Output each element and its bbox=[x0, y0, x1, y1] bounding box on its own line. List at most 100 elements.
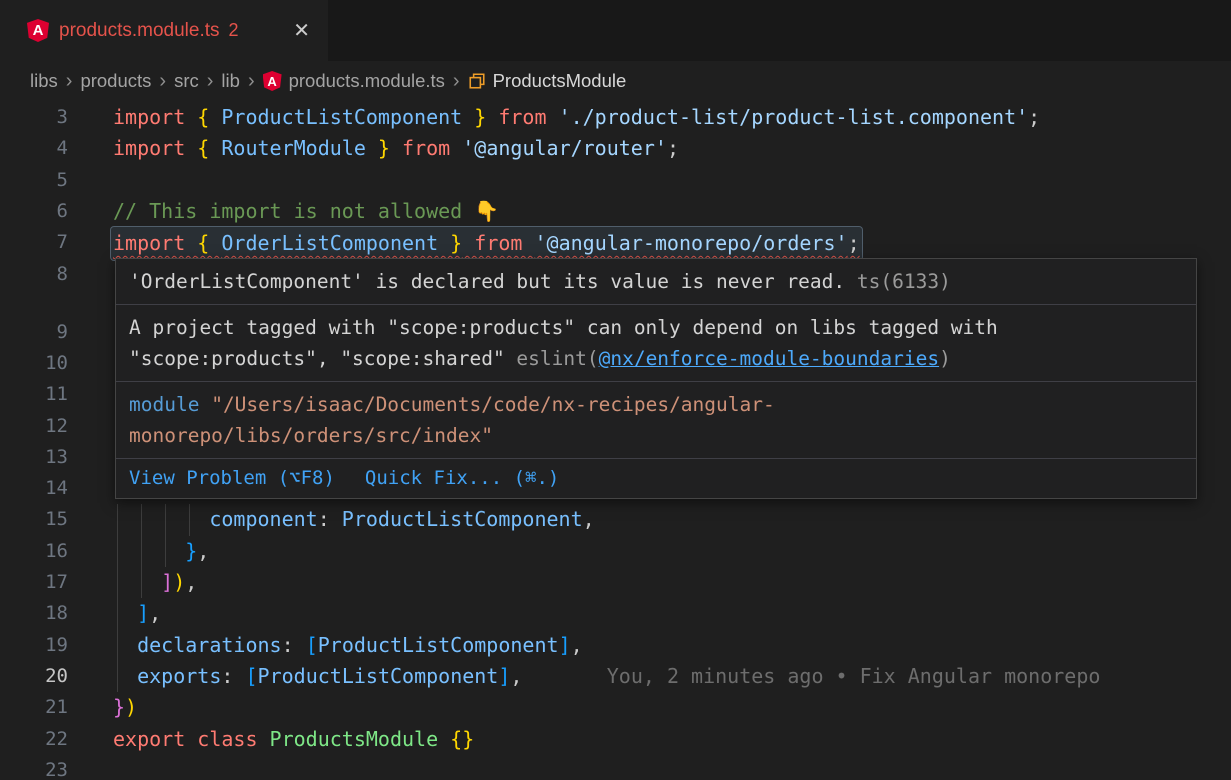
code-token: '@angular-monorepo/orders' bbox=[534, 231, 847, 255]
code-line-3[interactable]: 3 import { ProductListComponent } from '.… bbox=[0, 102, 1231, 133]
line-number: 18 bbox=[0, 598, 68, 629]
code-line-20[interactable]: 20 exports: [ProductListComponent], You,… bbox=[0, 661, 1231, 692]
code-line-content: }) bbox=[113, 692, 137, 723]
code-token: ProductListComponent bbox=[221, 105, 462, 129]
code-token: } bbox=[438, 231, 462, 255]
module-keyword: module bbox=[129, 393, 199, 416]
code-token: declarations bbox=[137, 633, 282, 657]
code-token: { bbox=[197, 105, 221, 129]
code-line-content: import { ProductListComponent } from './… bbox=[113, 102, 1040, 133]
code-token: // This import is not allowed 👇 bbox=[113, 199, 499, 223]
code-token: You, 2 minutes ago • Fix Angular monorep… bbox=[522, 664, 1100, 688]
code-token: ProductListComponent bbox=[258, 664, 499, 688]
quick-fix-action[interactable]: Quick Fix... (⌘.) bbox=[365, 463, 559, 494]
code-line-7[interactable]: 7 import { OrderListComponent } from '@an… bbox=[0, 227, 1231, 258]
code-token: export class bbox=[113, 727, 270, 751]
code-token: [ bbox=[306, 633, 318, 657]
code-token: ; bbox=[848, 231, 860, 255]
code-token: { bbox=[197, 231, 221, 255]
code-token: : bbox=[318, 507, 342, 531]
code-line-content: import { OrderListComponent } from '@ang… bbox=[111, 227, 862, 260]
code-token: ; bbox=[667, 136, 679, 160]
code-line-23[interactable]: 23 bbox=[0, 755, 1231, 780]
line-number: 21 bbox=[0, 692, 68, 723]
code-token: {} bbox=[450, 727, 474, 751]
code-line-content: ], bbox=[113, 598, 161, 629]
line-number: 20 bbox=[0, 661, 68, 692]
hover-eslint-diagnostic: A project tagged with "scope:products" c… bbox=[116, 304, 1196, 381]
line-number: 17 bbox=[0, 567, 68, 598]
code-token: ) bbox=[173, 570, 185, 594]
code-token: from bbox=[486, 105, 558, 129]
module-path: "/Users/isaac/Documents/code/nx-recipes/… bbox=[129, 393, 775, 447]
code-token: ProductListComponent bbox=[318, 633, 559, 657]
line-number: 14 bbox=[0, 473, 68, 504]
code-token: import bbox=[113, 231, 197, 255]
code-line-17[interactable]: 17 ]), bbox=[0, 567, 1231, 598]
eslint-rule-suffix: ) bbox=[939, 347, 951, 370]
code-token: } bbox=[366, 136, 390, 160]
eslint-rule-link[interactable]: @nx/enforce-module-boundaries bbox=[599, 347, 939, 370]
code-token: OrderListComponent bbox=[221, 231, 438, 255]
code-token: { bbox=[197, 136, 221, 160]
code-token: ] bbox=[137, 601, 149, 625]
code-token bbox=[113, 633, 137, 657]
line-number: 10 bbox=[0, 348, 68, 379]
code-line-16[interactable]: 16 }, bbox=[0, 536, 1231, 567]
code-line-content: }, bbox=[113, 536, 209, 567]
code-token bbox=[113, 539, 185, 563]
code-token: ] bbox=[161, 570, 173, 594]
code-line-5[interactable]: 5 bbox=[0, 165, 1231, 196]
eslint-message-line2-text: "scope:products", "scope:shared" bbox=[129, 347, 516, 370]
code-token: exports bbox=[137, 664, 221, 688]
code-token: RouterModule bbox=[221, 136, 366, 160]
line-number: 7 bbox=[0, 227, 68, 258]
line-number: 3 bbox=[0, 102, 68, 133]
line-number: 23 bbox=[0, 755, 68, 780]
code-token: , bbox=[197, 539, 209, 563]
view-problem-action[interactable]: View Problem (⌥F8) bbox=[129, 463, 335, 494]
hover-popup: 'OrderListComponent' is declared but its… bbox=[115, 258, 1197, 499]
code-token bbox=[113, 507, 209, 531]
line-number: 11 bbox=[0, 379, 68, 410]
code-token: , bbox=[583, 507, 595, 531]
code-line-6[interactable]: 6// This import is not allowed 👇 bbox=[0, 196, 1231, 227]
line-number: 4 bbox=[0, 133, 68, 164]
code-token: '@angular/router' bbox=[462, 136, 667, 160]
code-token: } bbox=[185, 539, 197, 563]
module-path-line1: "/Users/isaac/Documents/code/nx-recipes/… bbox=[211, 393, 775, 416]
line-number: 9 bbox=[0, 317, 68, 348]
code-line-15[interactable]: 15 component: ProductListComponent, bbox=[0, 504, 1231, 535]
vscode-editor-window: A products.module.ts 2 ✕ libs › products… bbox=[0, 0, 1231, 780]
code-token: from bbox=[390, 136, 462, 160]
ts-diagnostic-message: 'OrderListComponent' is declared but its… bbox=[129, 270, 845, 293]
code-token: ] bbox=[559, 633, 571, 657]
code-token: import bbox=[113, 136, 197, 160]
code-token: , bbox=[571, 633, 583, 657]
code-token: ; bbox=[1028, 105, 1040, 129]
code-token: from bbox=[462, 231, 534, 255]
code-token: , bbox=[149, 601, 161, 625]
code-line-4[interactable]: 4 import { RouterModule } from '@angular/… bbox=[0, 133, 1231, 164]
eslint-message-line1: A project tagged with "scope:products" c… bbox=[129, 312, 1183, 343]
code-token bbox=[113, 664, 137, 688]
code-line-21[interactable]: 21}) bbox=[0, 692, 1231, 723]
code-line-content: component: ProductListComponent, bbox=[113, 504, 595, 535]
code-line-content: ]), bbox=[113, 567, 197, 598]
code-token bbox=[113, 601, 137, 625]
code-line-18[interactable]: 18 ], bbox=[0, 598, 1231, 629]
code-line-content: // This import is not allowed 👇 bbox=[113, 196, 499, 227]
line-number: 12 bbox=[0, 411, 68, 442]
code-line-content: declarations: [ProductListComponent], bbox=[113, 630, 583, 661]
code-line-22[interactable]: 22export class ProductsModule {} bbox=[0, 724, 1231, 755]
code-token: , bbox=[185, 570, 197, 594]
code-token: , bbox=[510, 664, 522, 688]
code-token: component bbox=[209, 507, 317, 531]
line-number: 8 bbox=[0, 259, 68, 290]
line-number: 16 bbox=[0, 536, 68, 567]
module-path-line2: monorepo/libs/orders/src/index" bbox=[129, 424, 493, 447]
hover-ts-diagnostic: 'OrderListComponent' is declared but its… bbox=[116, 259, 1196, 304]
code-token: ) bbox=[125, 695, 137, 719]
line-number: 13 bbox=[0, 442, 68, 473]
code-line-19[interactable]: 19 declarations: [ProductListComponent], bbox=[0, 630, 1231, 661]
